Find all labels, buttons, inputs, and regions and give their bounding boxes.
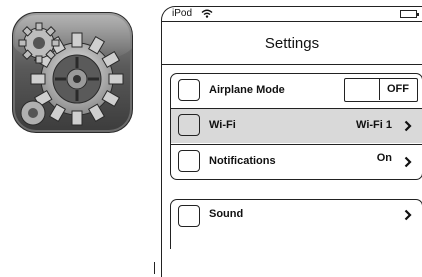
- settings-group-1: Airplane Mode OFF Wi-Fi Wi-Fi 1 Notifica…: [170, 73, 422, 180]
- row-notifications[interactable]: Notifications On: [171, 144, 422, 179]
- row-label: Airplane Mode: [209, 84, 285, 96]
- page-title: Settings: [264, 35, 320, 52]
- wifi-settings-icon: [178, 114, 200, 136]
- airplane-mode-toggle[interactable]: OFF: [344, 78, 418, 102]
- settings-group-2: Sound: [170, 199, 422, 249]
- row-value: On: [376, 152, 392, 164]
- row-label: Notifications: [209, 155, 276, 167]
- phone-frame: iPod Settings Airplane Mode OFF Wi-Fi Wi…: [161, 6, 422, 277]
- battery-icon: [400, 10, 419, 18]
- gears-icon: [18, 22, 124, 126]
- toggle-state: OFF: [387, 83, 409, 95]
- frame-tick-mark: [154, 262, 155, 274]
- chevron-right-icon: [404, 156, 412, 168]
- chevron-right-icon: [404, 209, 412, 221]
- chevron-right-icon: [404, 120, 412, 132]
- toggle-knob: [345, 79, 380, 100]
- settings-app-icon[interactable]: [12, 12, 133, 133]
- row-label: Wi-Fi: [209, 119, 236, 131]
- row-value: Wi-Fi 1: [356, 119, 392, 131]
- status-bar: iPod: [162, 7, 422, 22]
- nav-divider: [162, 64, 422, 65]
- row-sound[interactable]: Sound: [171, 200, 422, 235]
- row-label: Sound: [209, 208, 244, 220]
- wifi-icon: [201, 9, 213, 18]
- sound-icon: [178, 205, 200, 227]
- notifications-icon: [178, 150, 200, 172]
- airplane-icon: [178, 79, 200, 101]
- stage: iPod Settings Airplane Mode OFF Wi-Fi Wi…: [0, 0, 422, 277]
- row-wifi[interactable]: Wi-Fi Wi-Fi 1: [171, 108, 422, 143]
- row-airplane-mode: Airplane Mode OFF: [171, 74, 422, 109]
- carrier-label: iPod: [172, 8, 193, 19]
